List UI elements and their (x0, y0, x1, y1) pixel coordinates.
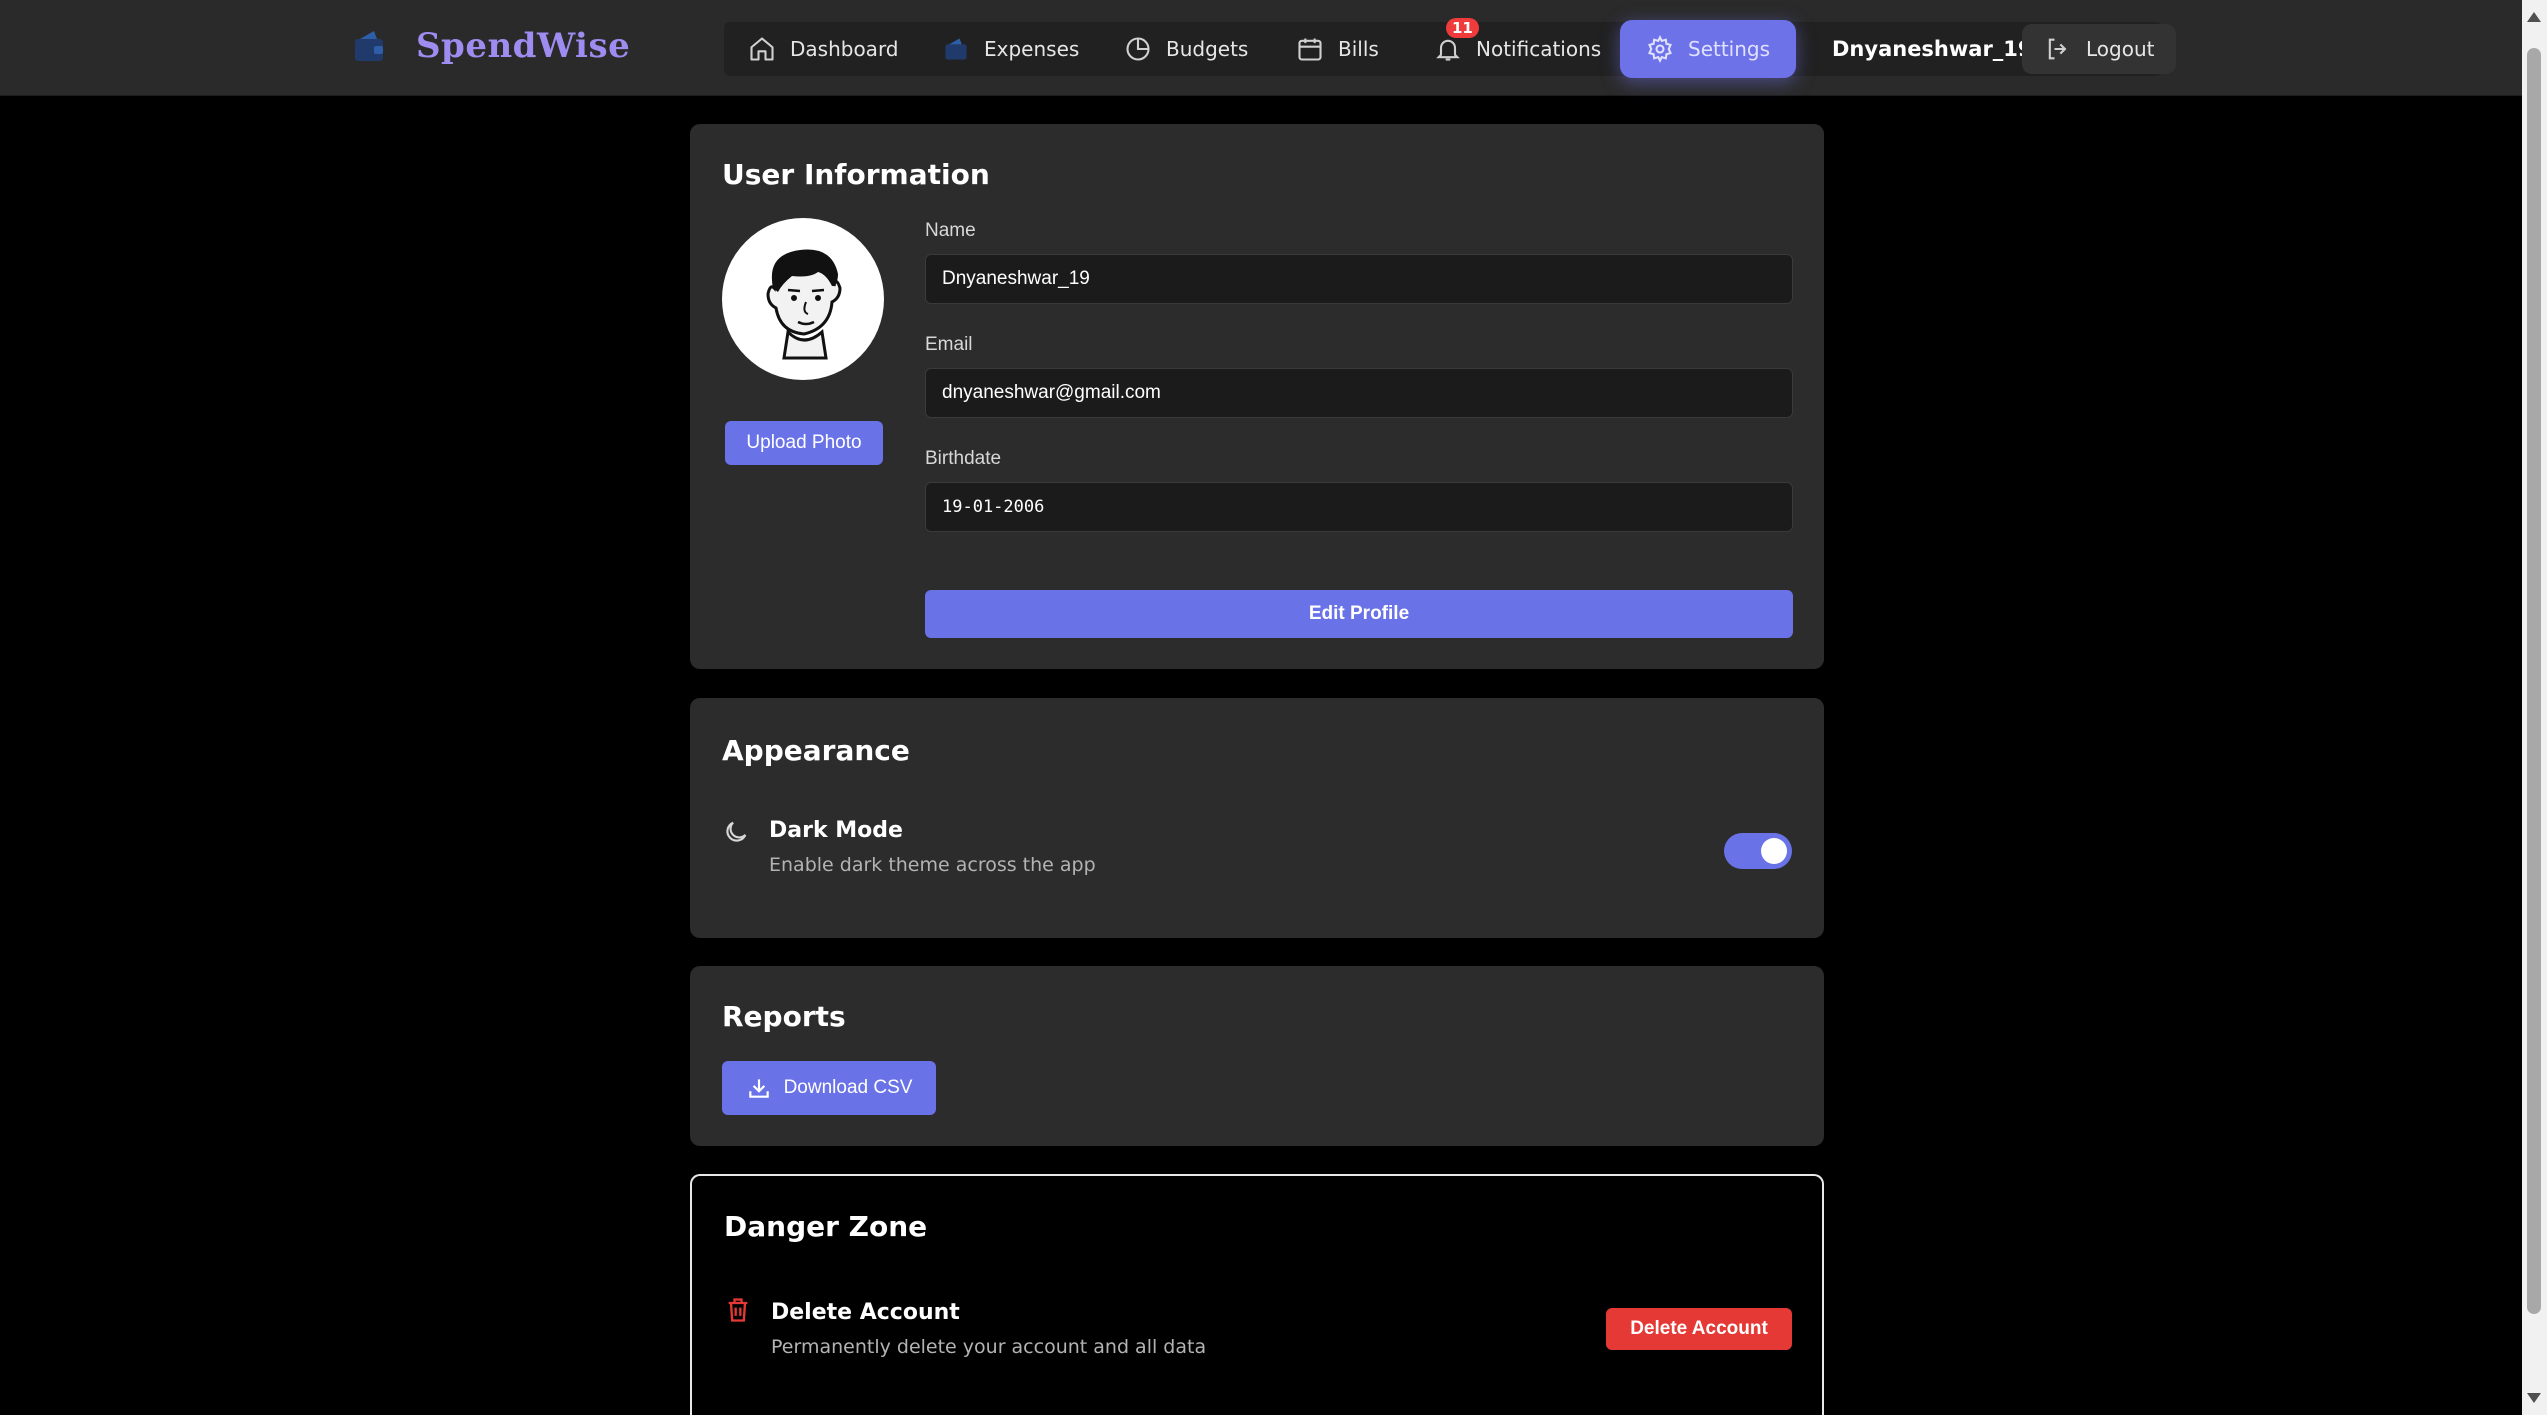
toggle-knob (1761, 838, 1787, 864)
download-csv-button[interactable]: Download CSV (722, 1061, 936, 1115)
trash-icon (728, 1298, 748, 1322)
name-input[interactable]: Dnyaneshwar_19 (925, 254, 1793, 304)
moon-icon (726, 821, 747, 842)
email-label: Email (925, 334, 973, 355)
nav-settings-label: Settings (1688, 37, 1771, 61)
dark-mode-title: Dark Mode (769, 818, 903, 843)
avatar-face-icon (766, 249, 842, 360)
nav-expenses-label: Expenses (984, 37, 1080, 61)
avatar (722, 218, 884, 380)
reports-card: Reports Download CSV (690, 966, 1824, 1146)
nav-notifications-label: Notifications (1476, 37, 1602, 61)
reports-title: Reports (722, 1000, 846, 1033)
top-navbar: SpendWise Dashboard Expenses Budgets Bil… (0, 0, 2522, 96)
nav-notifications[interactable]: 11 Notifications (1434, 18, 1602, 76)
nav-dashboard-label: Dashboard (790, 37, 899, 61)
nav-budgets[interactable]: Budgets (1124, 22, 1248, 76)
logout-label: Logout (2086, 37, 2155, 61)
nav-bills[interactable]: Bills (1296, 22, 1379, 76)
dark-mode-toggle[interactable] (1724, 833, 1792, 869)
nav-bills-label: Bills (1338, 37, 1379, 61)
delete-account-description: Permanently delete your account and all … (771, 1336, 1207, 1358)
nav-settings[interactable]: Settings (1620, 20, 1797, 78)
danger-zone-card: Danger Zone Delete Account Permanently d… (690, 1174, 1824, 1415)
nav-dashboard[interactable]: Dashboard (748, 22, 899, 76)
scrollbar-thumb[interactable] (2527, 48, 2541, 1314)
appearance-card: Appearance Dark Mode Enable dark theme a… (690, 698, 1824, 938)
brand[interactable]: SpendWise (352, 26, 630, 66)
scroll-up-arrow-icon[interactable] (2527, 12, 2541, 22)
appearance-title: Appearance (722, 734, 910, 767)
home-icon (750, 37, 774, 61)
logout-button[interactable]: Logout (2022, 24, 2177, 74)
dark-mode-description: Enable dark theme across the app (769, 854, 1096, 876)
user-information-card: User Information Upload Photo Name Dnyan… (690, 124, 1824, 669)
notification-count-badge: 11 (1446, 18, 1479, 38)
danger-zone-title: Danger Zone (724, 1210, 928, 1243)
nav-expenses[interactable]: Expenses (942, 22, 1079, 76)
download-csv-label: Download CSV (783, 1077, 913, 1098)
birthdate-input[interactable]: 19-01-2006 (925, 482, 1793, 532)
wallet-logo-icon (355, 31, 383, 61)
pie-chart-icon (1126, 37, 1150, 61)
upload-photo-button[interactable]: Upload Photo (725, 421, 883, 465)
edit-profile-button[interactable]: Edit Profile (925, 590, 1793, 638)
wallet-icon (945, 38, 967, 60)
brand-name: SpendWise (416, 26, 631, 66)
download-icon (748, 1079, 769, 1098)
calendar-icon (1298, 38, 1322, 61)
logout-icon (2048, 38, 2067, 60)
name-label: Name (925, 220, 976, 241)
delete-account-title: Delete Account (771, 1300, 960, 1325)
email-input[interactable]: dnyaneshwar@gmail.com (925, 368, 1793, 418)
delete-account-button[interactable]: Delete Account (1606, 1308, 1792, 1350)
gear-icon (1648, 35, 1672, 63)
nav-username: Dnyaneshwar_19 (1832, 37, 2033, 61)
birthdate-label: Birthdate (925, 448, 1002, 469)
user-information-title: User Information (722, 158, 990, 191)
bell-icon (1436, 39, 1460, 61)
nav-budgets-label: Budgets (1166, 37, 1249, 61)
scrollbar[interactable] (2522, 0, 2547, 1415)
scroll-down-arrow-icon[interactable] (2527, 1393, 2541, 1403)
main-nav: Dashboard Expenses Budgets Bills 11 Noti… (724, 18, 2177, 78)
